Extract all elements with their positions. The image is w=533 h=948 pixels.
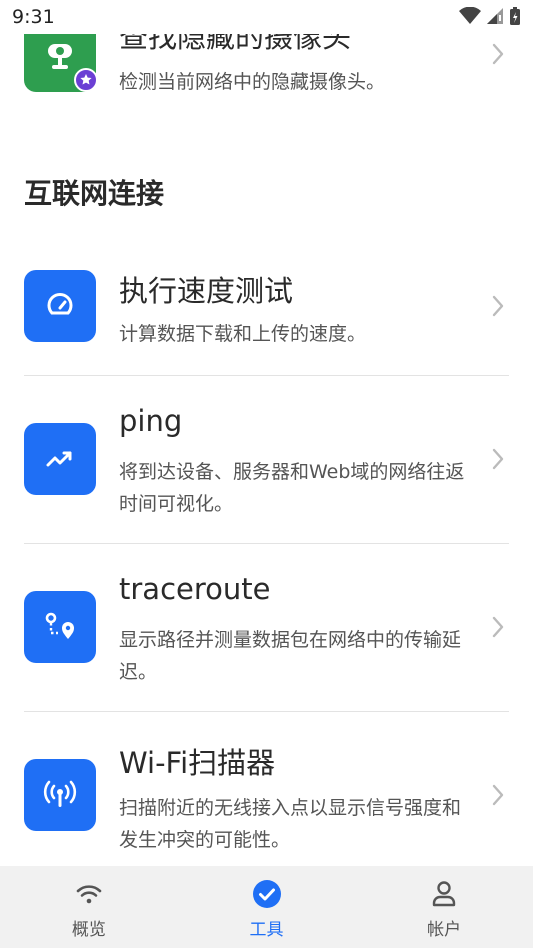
tool-description: 计算数据下载和上传的速度。 [119,323,367,345]
divider [24,543,509,544]
tool-title: traceroute [119,572,271,606]
cell-signal-icon [487,8,503,24]
nav-label: 概览 [71,920,106,940]
speedometer-icon [24,270,96,342]
antenna-signal-icon [24,759,96,831]
tool-description: 扫描附近的无线接入点以显示信号强度和发生冲突的可能性。 [119,797,462,851]
tool-item-ping[interactable]: ping 将到达设备、服务器和Web域的网络往返时间可视化。 [24,400,509,530]
account-icon [429,879,459,909]
chevron-right-icon [492,784,504,806]
wifi-icon [74,879,104,909]
divider [24,711,509,712]
status-time: 9:31 [12,6,55,28]
tool-description: 检测当前网络中的隐藏摄像头。 [119,71,386,93]
section-title-internet: 互联网连接 [24,177,165,210]
tools-list[interactable]: 查找隐藏的摄像头 检测当前网络中的隐藏摄像头。 互联网连接 执行速度测试 计算数… [0,0,533,866]
wifi-signal-icon [459,7,481,24]
nav-label: 帐户 [427,920,462,940]
tool-description: 将到达设备、服务器和Web域的网络往返时间可视化。 [119,461,465,515]
bottom-navigation: 概览 工具 帐户 [0,866,533,948]
chevron-right-icon [492,295,504,317]
nav-tab-tools[interactable]: 工具 [178,866,356,948]
tool-title: 执行速度测试 [119,274,294,308]
route-pin-icon [24,591,96,663]
tool-title: ping [119,404,183,438]
tool-item-speed-test[interactable]: 执行速度测试 计算数据下载和上传的速度。 [24,262,509,352]
star-badge-icon [74,68,98,92]
status-bar: 9:31 [0,0,533,34]
chevron-right-icon [492,616,504,638]
nav-tab-account[interactable]: 帐户 [355,866,533,948]
nav-label: 工具 [249,920,284,940]
chevron-right-icon [492,43,504,65]
check-circle-icon [252,879,282,909]
tool-description: 显示路径并测量数据包在网络中的传输延迟。 [119,629,462,683]
trend-up-icon [24,423,96,495]
tool-title: Wi-Fi扫描器 [119,746,276,780]
chevron-right-icon [492,448,504,470]
divider [24,375,509,376]
tool-item-wifi-scanner[interactable]: Wi-Fi扫描器 扫描附近的无线接入点以显示信号强度和发生冲突的可能性。 [24,736,509,866]
status-icons [459,6,521,26]
battery-icon [510,7,520,25]
nav-tab-overview[interactable]: 概览 [0,866,178,948]
tool-item-traceroute[interactable]: traceroute 显示路径并测量数据包在网络中的传输延迟。 [24,568,509,698]
